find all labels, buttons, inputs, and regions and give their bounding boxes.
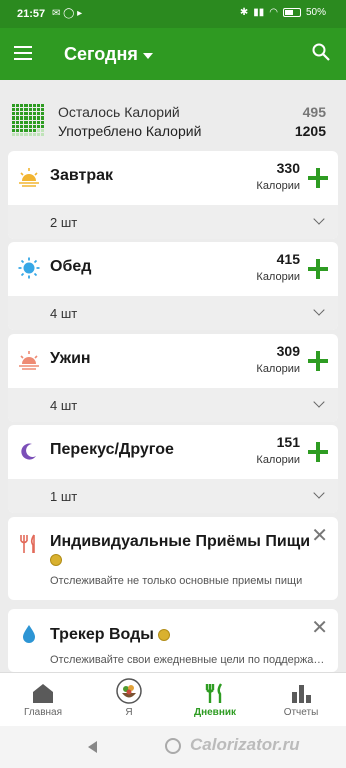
meal-name: Обед [50, 258, 92, 275]
chevron-down-icon[interactable] [143, 53, 153, 59]
battery-level: 50% [305, 7, 326, 18]
bar-chart-icon [292, 685, 311, 703]
meal-header[interactable]: Обед 415 Калории [8, 242, 338, 296]
sun-icon [18, 257, 40, 279]
home-circle-icon[interactable] [165, 738, 181, 754]
search-icon[interactable] [312, 43, 330, 61]
meal-calories-label: Калории [256, 271, 300, 283]
sunset-icon [19, 351, 39, 370]
remaining-calories-value: 495 [302, 104, 326, 120]
coin-icon [158, 628, 171, 641]
add-food-button[interactable] [308, 259, 328, 279]
watermark: Calorizator.ru [190, 735, 300, 754]
meal-calories-label: Калории [256, 363, 300, 375]
signal-icon: ▮▮ [253, 7, 265, 18]
meal-name: Перекус/Другое [50, 441, 174, 458]
remaining-calories-label: Осталось Калорий [58, 104, 180, 120]
meal-items-toggle[interactable]: 2 шт [8, 205, 338, 239]
notification-icons: ✉ ◯ ▸ [52, 8, 83, 19]
coin-icon [50, 553, 62, 566]
add-food-button[interactable] [308, 168, 328, 188]
promo-title-text: Индивидуальные Приёмы Пищи [50, 533, 311, 550]
meal-item-count: 2 шт [50, 215, 78, 230]
nav-label: Отчеты [283, 707, 319, 718]
consumed-calories-value: 1205 [294, 123, 326, 139]
meal-calories: 415 [276, 251, 300, 267]
meal-calories: 151 [276, 434, 300, 450]
add-food-button[interactable] [308, 351, 328, 371]
chevron-down-icon[interactable] [313, 396, 325, 408]
moon-icon [21, 443, 36, 460]
home-icon [33, 684, 53, 703]
promo-title: Трекер Воды [50, 626, 171, 644]
meal-calories-label: Калории [256, 180, 300, 192]
meal-item-count: 4 шт [50, 398, 78, 413]
menu-icon[interactable] [14, 46, 32, 60]
meal-card-lunch: Обед 415 Калории 4 шт [8, 242, 338, 330]
meal-calories-label: Калории [256, 454, 300, 466]
meal-items-toggle[interactable]: 4 шт [8, 388, 338, 422]
close-icon[interactable]: ✕ [311, 523, 328, 548]
meal-name: Ужин [50, 350, 91, 367]
add-food-button[interactable] [308, 442, 328, 462]
nav-me[interactable]: Я [86, 673, 172, 727]
system-icons: ✱ ▮▮ ◠ 50% [240, 7, 326, 18]
cutlery-icon [205, 683, 223, 703]
meal-item-count: 4 шт [50, 306, 78, 321]
nav-home[interactable]: Главная [0, 673, 86, 727]
status-time: 21:57 [17, 8, 46, 20]
sunrise-icon [19, 168, 39, 187]
meal-header[interactable]: Ужин 309 Калории [8, 334, 338, 388]
system-navigation: Calorizator.ru [0, 726, 346, 768]
wifi-icon: ◠ [269, 7, 278, 18]
cutlery-icon [20, 534, 35, 553]
battery-icon [282, 8, 301, 17]
chevron-down-icon[interactable] [313, 304, 325, 316]
promo-card-water-tracker[interactable]: Трекер Воды Отслеживайте свои ежедневные… [8, 609, 338, 672]
promo-title: Индивидуальные Приёмы Пищи [50, 533, 310, 569]
consumed-calories-label: Употреблено Калорий [58, 123, 202, 139]
chevron-down-icon[interactable] [313, 487, 325, 499]
status-bar: 21:57 ✉ ◯ ▸ ✱ ▮▮ ◠ 50% [0, 0, 346, 28]
promo-subtitle: Отслеживайте не только основные приемы п… [50, 575, 303, 587]
calorie-summary[interactable]: Осталось Калорий 495 Употреблено Калорий… [0, 96, 346, 144]
chevron-down-icon[interactable] [313, 213, 325, 225]
meal-name: Завтрак [50, 167, 114, 184]
bluetooth-icon: ✱ [239, 7, 249, 18]
promo-card-custom-meals[interactable]: Индивидуальные Приёмы Пищи Отслеживайте … [8, 517, 338, 600]
meal-header[interactable]: Завтрак 330 Калории [8, 151, 338, 205]
meal-card-breakfast: Завтрак 330 Калории 2 шт [8, 151, 338, 239]
nav-label: Я [125, 707, 133, 718]
meal-card-dinner: Ужин 309 Калории 4 шт [8, 334, 338, 422]
nav-diary[interactable]: Дневник [172, 673, 258, 727]
meal-items-toggle[interactable]: 4 шт [8, 296, 338, 330]
meal-header[interactable]: Перекус/Другое 151 Калории [8, 425, 338, 479]
page-title[interactable]: Сегодня [64, 44, 138, 65]
back-icon[interactable] [88, 741, 97, 753]
water-drop-icon [23, 625, 35, 643]
calorie-grid-icon [12, 104, 44, 136]
promo-subtitle: Отслеживайте свои ежедневные цели по под… [50, 654, 330, 666]
nav-reports[interactable]: Отчеты [258, 673, 344, 727]
nav-label: Главная [23, 707, 63, 718]
meal-calories: 330 [276, 160, 300, 176]
bottom-navigation: Главная Я Дневник Отчеты [0, 672, 346, 726]
promo-title-text: Трекер Воды [50, 626, 154, 643]
nav-label: Дневник [193, 707, 237, 718]
meal-items-toggle[interactable]: 1 шт [8, 479, 338, 513]
avatar [116, 678, 142, 704]
close-icon[interactable]: ✕ [311, 615, 328, 640]
meal-card-snack: Перекус/Другое 151 Калории 1 шт [8, 425, 338, 513]
app-toolbar: Сегодня [0, 28, 346, 80]
meal-calories: 309 [276, 343, 300, 359]
meal-item-count: 1 шт [50, 489, 78, 504]
